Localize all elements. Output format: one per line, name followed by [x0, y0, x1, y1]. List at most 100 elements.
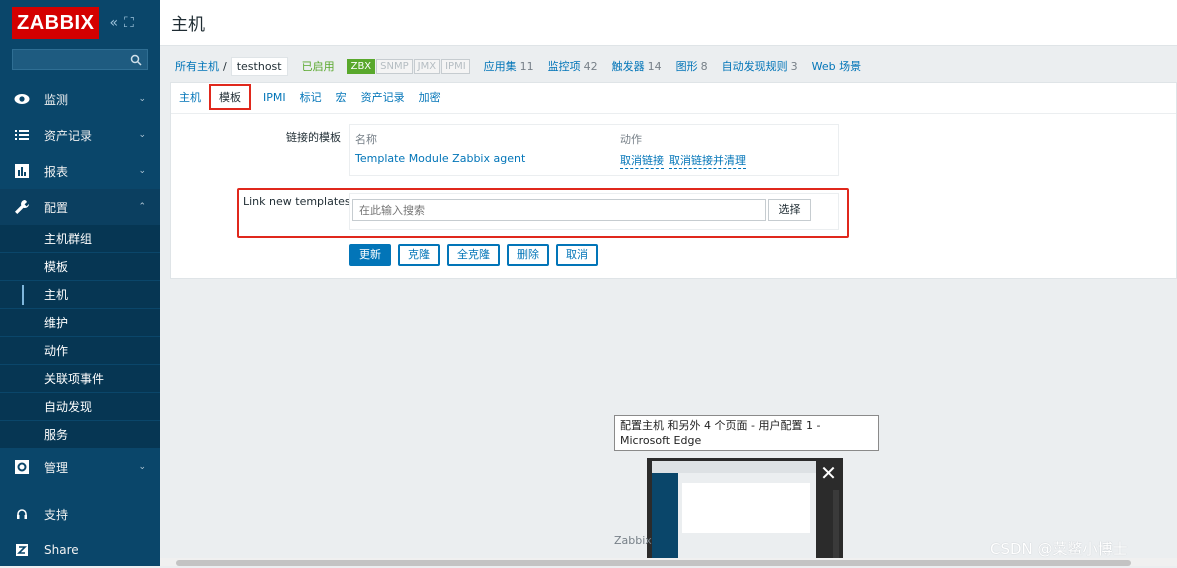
watermark: CSDN @菜鳖小博士: [990, 540, 1128, 558]
headset-icon: [14, 506, 30, 522]
host-form-panel: 主机 模板 IPMI 标记 宏 资产记录 加密 链接的模板 名称 动作 Temp…: [170, 82, 1177, 279]
applications-count: 11: [519, 59, 534, 73]
linked-templates-label: 链接的模板: [286, 131, 341, 144]
chevron-down-icon: ⌄: [138, 130, 146, 140]
menu-support[interactable]: 支持: [0, 496, 160, 532]
triggers-count: 14: [647, 59, 662, 73]
ipmi-availability-badge: IPMI: [441, 58, 470, 74]
menu-configuration[interactable]: 配置 ⌃: [0, 189, 160, 225]
menu-label: 报表: [44, 164, 69, 179]
current-host[interactable]: testhost: [230, 56, 288, 76]
link-new-templates-label: Link new templates: [243, 195, 351, 208]
menu-label: 支持: [44, 507, 69, 522]
triggers-link[interactable]: 触发器: [612, 58, 645, 74]
menu-label: 管理: [44, 460, 69, 475]
delete-button[interactable]: 删除: [507, 244, 549, 266]
submenu-templates[interactable]: 模板: [0, 253, 160, 281]
page-title: 主机: [171, 15, 205, 35]
close-icon[interactable]: ✕: [816, 460, 841, 488]
share-z-icon: [14, 542, 30, 558]
sidebar-search-input[interactable]: [12, 49, 148, 70]
breadcrumb-separator: /: [223, 59, 227, 73]
thumbnail-content: [682, 483, 810, 533]
menu-label: 监测: [44, 92, 69, 107]
tab-inventory[interactable]: 资产记录: [361, 89, 405, 105]
sidebar-controls: « ⛶: [109, 15, 133, 31]
host-breadcrumb: 所有主机 / testhost 已启用 ZBX SNMP JMX IPMI 应用…: [170, 54, 1177, 78]
footer-text: Zabbix: [614, 534, 652, 547]
horizontal-scrollbar-thumb[interactable]: [176, 560, 1131, 566]
menu-inventory[interactable]: 资产记录 ⌄: [0, 117, 160, 153]
column-header-action: 动作: [620, 133, 642, 146]
linked-templates-table: 名称 动作 Template Module Zabbix agent 取消链接 …: [349, 124, 839, 176]
collapse-sidebar-icon[interactable]: «: [109, 15, 118, 31]
snmp-availability-badge: SNMP: [376, 58, 413, 74]
sidebar: ZABBIX « ⛶ 监测 ⌄ 资产记录 ⌄ 报表 ⌄ 配置 ⌃ 主机群组 模板…: [0, 0, 160, 566]
submenu-actions[interactable]: 动作: [0, 337, 160, 365]
template-search-input[interactable]: [352, 199, 766, 221]
tab-macros[interactable]: 宏: [336, 89, 347, 105]
thumbnail-topbar: [652, 461, 816, 473]
bar-chart-icon: [14, 163, 30, 179]
select-template-button[interactable]: 选择: [768, 199, 811, 221]
applications-link[interactable]: 应用集: [484, 58, 517, 74]
cancel-button[interactable]: 取消: [556, 244, 598, 266]
zabbix-logo[interactable]: ZABBIX: [12, 7, 100, 39]
update-button[interactable]: 更新: [349, 244, 391, 266]
menu-label: 配置: [44, 200, 69, 215]
submenu-hosts[interactable]: 主机: [0, 281, 160, 309]
column-header-name: 名称: [355, 133, 377, 146]
wrench-icon: [14, 199, 30, 215]
jmx-availability-badge: JMX: [413, 58, 441, 74]
tab-divider: [171, 113, 1176, 114]
discovery-rules-count: 3: [790, 59, 798, 73]
kiosk-mode-icon[interactable]: ⛶: [124, 15, 134, 31]
submenu-host-groups[interactable]: 主机群组: [0, 225, 160, 253]
graphs-count: 8: [700, 59, 708, 73]
menu-label: Share: [44, 543, 79, 557]
discovery-rules-link[interactable]: 自动发现规则: [722, 58, 788, 74]
thumbnail-sidebar: [652, 473, 678, 566]
configuration-submenu: 主机群组 模板 主机 维护 动作 关联项事件 自动发现 服务: [0, 225, 160, 449]
tab-encryption[interactable]: 加密: [419, 89, 441, 105]
page-header: 主机: [160, 0, 1177, 46]
main-menu: 监测 ⌄ 资产记录 ⌄ 报表 ⌄ 配置 ⌃ 主机群组 模板 主机 维护 动作 关…: [0, 81, 160, 568]
chevron-down-icon: ⌄: [138, 166, 146, 176]
zbx-availability-badge: ZBX: [346, 58, 376, 74]
linked-template-link[interactable]: Template Module Zabbix agent: [355, 152, 525, 165]
taskbar-tooltip: 配置主机 和另外 4 个页面 - 用户配置 1 - Microsoft Edge: [614, 415, 879, 451]
menu-monitoring[interactable]: 监测 ⌄: [0, 81, 160, 117]
menu-reports[interactable]: 报表 ⌄: [0, 153, 160, 189]
tab-tags[interactable]: 标记: [300, 89, 322, 105]
eye-icon: [14, 91, 30, 107]
web-scenarios-link[interactable]: Web 场景: [812, 58, 861, 74]
thumbnail-preview[interactable]: [652, 461, 816, 566]
items-count: 42: [583, 59, 598, 73]
thumbnail-scrollbar: [833, 490, 839, 560]
form-actions: 更新 克隆 全克隆 删除 取消: [349, 244, 598, 266]
items-link[interactable]: 监控项: [548, 58, 581, 74]
host-status-enabled: 已启用: [301, 60, 335, 73]
logo-bar: ZABBIX « ⛶: [0, 0, 160, 46]
chevron-down-icon: ⌄: [138, 94, 146, 104]
tab-templates[interactable]: 模板: [209, 84, 251, 110]
tab-host[interactable]: 主机: [179, 89, 201, 105]
list-icon: [14, 127, 30, 143]
menu-administration[interactable]: 管理 ⌄: [0, 449, 160, 485]
submenu-services[interactable]: 服务: [0, 421, 160, 449]
submenu-event-correlation[interactable]: 关联项事件: [0, 365, 160, 393]
search-icon[interactable]: [130, 54, 142, 66]
submenu-maintenance[interactable]: 维护: [0, 309, 160, 337]
chevron-up-icon: ⌃: [138, 202, 146, 212]
tab-ipmi[interactable]: IPMI: [263, 91, 286, 104]
gear-icon: [14, 459, 30, 475]
all-hosts-link[interactable]: 所有主机: [175, 58, 219, 74]
menu-share[interactable]: Share: [0, 532, 160, 568]
graphs-link[interactable]: 图形: [676, 58, 698, 74]
unlink-button[interactable]: 取消链接: [620, 152, 664, 169]
clone-button[interactable]: 克隆: [398, 244, 440, 266]
menu-label: 资产记录: [44, 128, 93, 143]
full-clone-button[interactable]: 全克隆: [447, 244, 500, 266]
submenu-discovery[interactable]: 自动发现: [0, 393, 160, 421]
unlink-and-clear-button[interactable]: 取消链接并清理: [669, 152, 746, 169]
